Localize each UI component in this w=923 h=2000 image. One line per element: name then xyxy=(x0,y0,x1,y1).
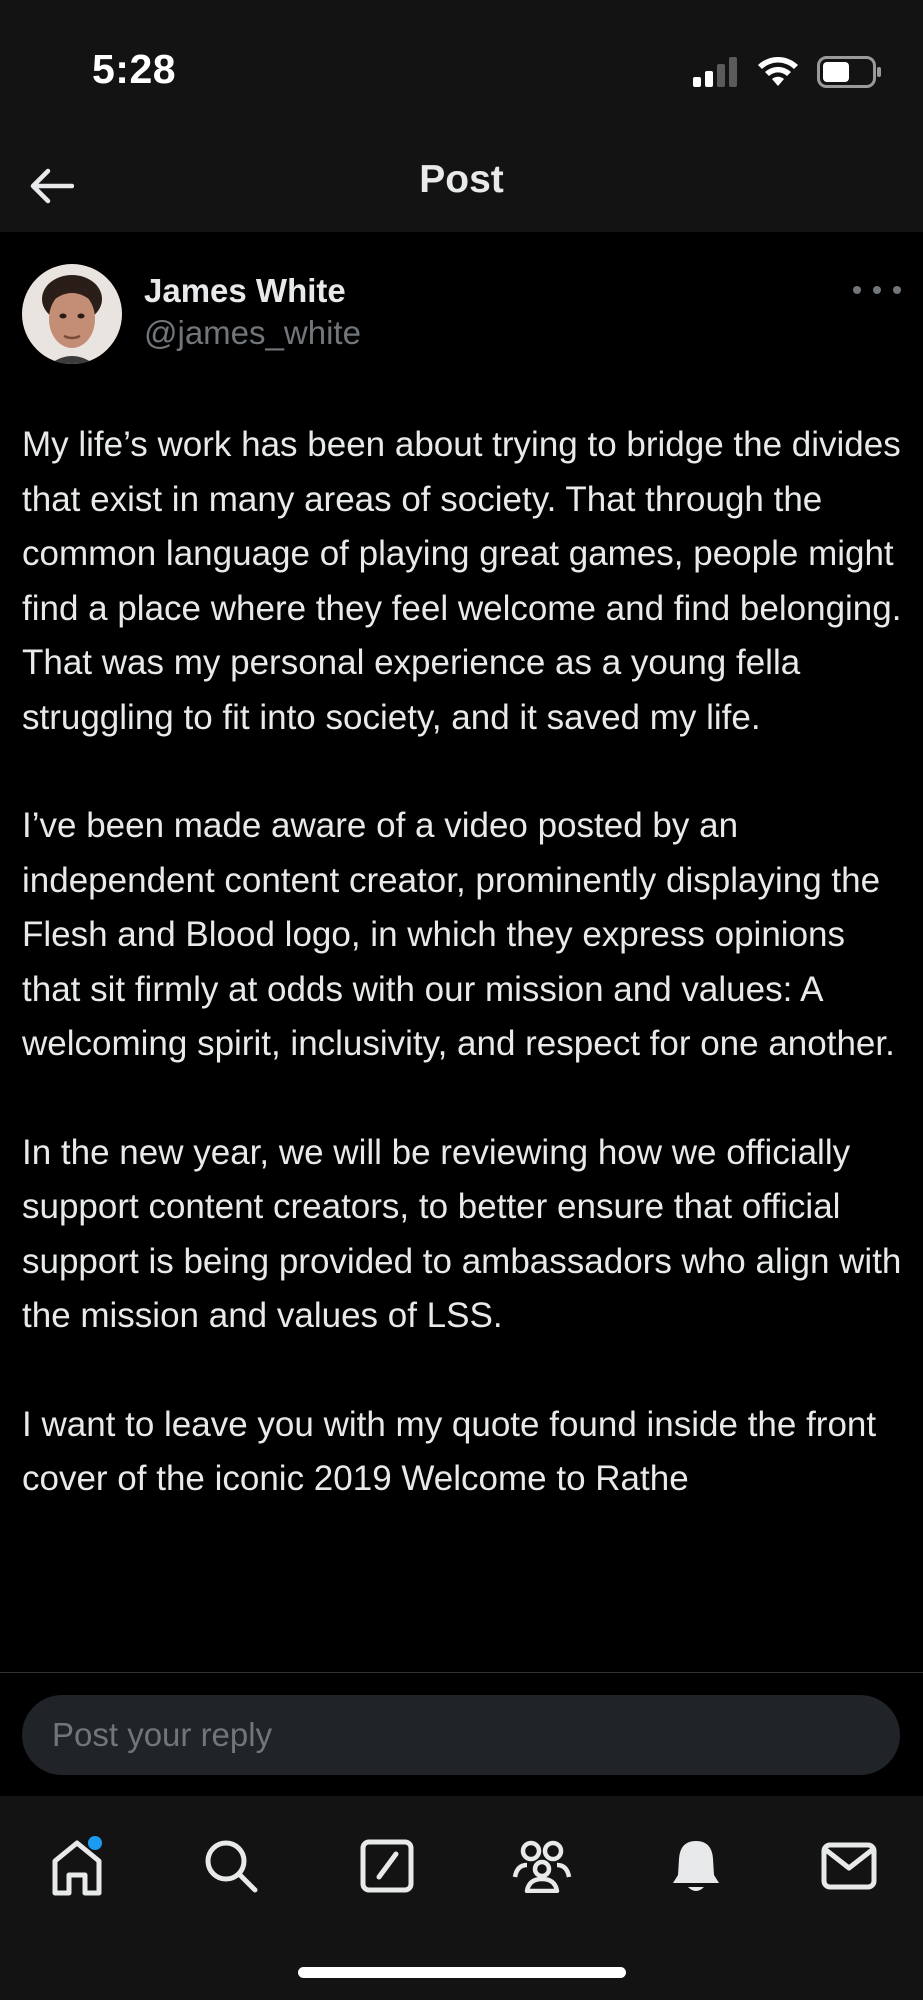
ellipsis-icon xyxy=(853,286,861,294)
author-name[interactable]: James White xyxy=(144,272,346,310)
wifi-icon xyxy=(758,57,798,86)
post-paragraph: I want to leave you with my quote found … xyxy=(22,1404,877,1499)
avatar[interactable] xyxy=(22,264,122,364)
status-time: 5:28 xyxy=(92,46,177,92)
post: James White @james_white My life’s work … xyxy=(0,232,923,1672)
home-icon xyxy=(52,1836,102,1896)
cellular-signal-icon xyxy=(693,57,737,87)
tab-search[interactable] xyxy=(191,1826,271,1906)
search-icon xyxy=(205,1840,258,1893)
page-title: Post xyxy=(419,158,504,201)
avatar-image xyxy=(22,264,122,364)
notifications-icon xyxy=(673,1841,719,1891)
reply-area xyxy=(0,1672,923,1797)
messages-icon xyxy=(821,1842,877,1890)
battery-icon xyxy=(817,56,881,88)
communities-icon xyxy=(512,1840,572,1893)
post-paragraph: In the new year, we will be reviewing ho… xyxy=(22,1132,902,1336)
ellipsis-dot xyxy=(893,286,901,294)
status-icons xyxy=(693,52,883,92)
home-indicator[interactable] xyxy=(298,1967,626,1978)
more-options-button[interactable] xyxy=(853,278,901,302)
compose-icon xyxy=(360,1839,414,1893)
header: Post xyxy=(0,140,923,232)
tab-compose[interactable] xyxy=(347,1826,427,1906)
ellipsis-dot xyxy=(873,286,881,294)
post-paragraph: I’ve been made aware of a video posted b… xyxy=(22,806,895,1063)
reply-input[interactable] xyxy=(22,1695,900,1775)
tab-home[interactable] xyxy=(37,1826,117,1906)
tab-messages[interactable] xyxy=(809,1826,889,1906)
status-bar: 5:28 xyxy=(0,0,923,140)
tab-communities[interactable] xyxy=(502,1826,582,1906)
tab-notifications[interactable] xyxy=(656,1826,736,1906)
post-paragraph: My life’s work has been about trying to … xyxy=(22,425,902,737)
author-handle[interactable]: @james_white xyxy=(144,314,361,352)
post-body: My life’s work has been about trying to … xyxy=(22,418,904,1561)
